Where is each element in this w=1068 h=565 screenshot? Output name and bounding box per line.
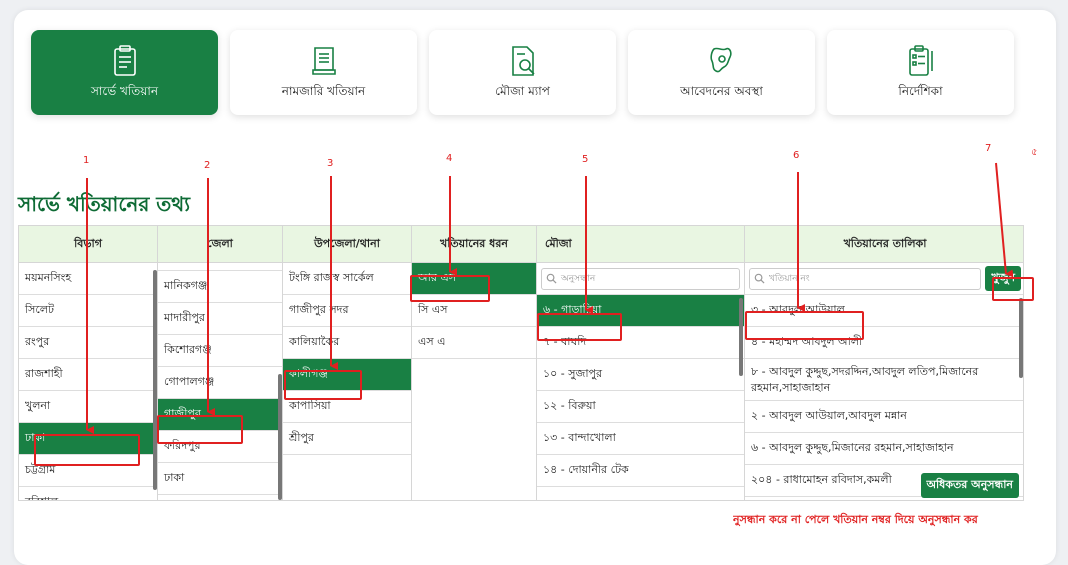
survey-clipboard-icon (113, 44, 136, 76)
tab-mouza-map[interactable]: মৌজা ম্যাপ (429, 30, 616, 115)
mouza-search: অনুসন্ধান (537, 263, 744, 295)
division-scrollbar[interactable] (153, 270, 157, 490)
khatian-search-placeholder: খতিয়ান নং (769, 274, 810, 284)
mouza-scrollbar[interactable] (739, 298, 743, 376)
division-item[interactable]: রংপুর (19, 327, 157, 359)
service-tabs: সার্ভে খতিয়ান নামজারি খতিয়ান মৌজা ম্যা… (31, 30, 1014, 115)
district-item[interactable]: মাদারীপুর (158, 303, 282, 335)
mouza-search-input[interactable]: অনুসন্ধান (541, 267, 740, 290)
district-item[interactable]: মানিকগঞ্জ (158, 271, 282, 303)
mouza-item[interactable]: ১২ - বিরুয়া (537, 391, 744, 423)
search-icon (546, 273, 557, 284)
division-item[interactable]: রাজশাহী (19, 359, 157, 391)
division-item[interactable]: বরিশাল (19, 487, 157, 500)
khatian-scrollbar[interactable] (1019, 298, 1023, 378)
tab-namjari-khatian[interactable]: নামজারি খতিয়ান (230, 30, 417, 115)
tab-label: মৌজা ম্যাপ (495, 83, 550, 98)
district-item[interactable]: গোপালগঞ্জ (158, 367, 282, 399)
upazila-header: উপজেলা/থানা (283, 226, 411, 263)
search-icon (754, 273, 765, 284)
guide-checklist-icon (908, 44, 933, 76)
scroll-document-icon (311, 46, 336, 75)
map-search-icon (511, 45, 535, 76)
mouza-header: মৌজা (537, 226, 744, 263)
khatian-item[interactable]: ৮ - আবদুল কুদ্দুছ,সদরদ্দিন,আবদুল লতিপ,মি… (745, 359, 1023, 401)
selection-grid: বিভাগ ময়মনসিংহ সিলেট রংপুর রাজশাহী খুলন… (18, 225, 1024, 501)
district-column: জেলা মানিকগঞ্জ মাদারীপুর কিশোরগঞ্জ গোপাল… (158, 226, 283, 500)
khatian-type-item[interactable]: এস এ (412, 327, 536, 359)
highlight-district (157, 415, 243, 444)
division-header: বিভাগ (19, 226, 157, 263)
khatian-item[interactable]: ২ - আবদুল আউয়াল,আবদুল মন্নান (745, 401, 1023, 433)
tab-label: নির্দেশিকা (898, 83, 943, 98)
district-header: জেলা (158, 226, 282, 263)
division-item[interactable]: ময়মনসিংহ (19, 263, 157, 295)
highlight-mouza (537, 313, 622, 341)
highlight-search-button (992, 277, 1034, 301)
highlight-khatian-type (410, 275, 490, 302)
mouza-column: মৌজা অনুসন্ধান ৬ - গাড়ারিয়া ৭ - বাঘদি … (537, 226, 745, 500)
advanced-search-button[interactable]: অধিকতর অনুসন্ধান (920, 473, 1019, 498)
khatian-type-column: খতিয়ানের ধরন আর এস সি এস এস এ (412, 226, 537, 500)
upazila-column: উপজেলা/থানা টংঙ্গি রাজস্ব সার্কেল গাজীপু… (283, 226, 412, 500)
mouza-item[interactable]: ১৪ - দোয়ানীর টেক (537, 455, 744, 487)
mouza-search-placeholder: অনুসন্ধান (561, 274, 596, 284)
upazila-item[interactable]: কালিয়াকৈর (283, 327, 411, 359)
tab-label: নামজারি খতিয়ান (281, 83, 366, 98)
tab-survey-khatian[interactable]: সার্ভে খতিয়ান (31, 30, 218, 115)
page-title: সার্ভে খতিয়ানের তথ্য (18, 192, 191, 216)
map-location-icon (709, 47, 732, 72)
highlight-upazila (284, 370, 362, 400)
highlight-division (34, 434, 140, 466)
khatian-list-header: খতিয়ানের তালিকা (745, 226, 1023, 263)
district-list-gap (158, 263, 282, 271)
division-item[interactable]: খুলনা (19, 391, 157, 423)
district-item[interactable]: কিশোরগঞ্জ (158, 335, 282, 367)
tab-guide[interactable]: নির্দেশিকা (827, 30, 1014, 115)
district-scrollbar[interactable] (278, 374, 282, 500)
district-item[interactable]: ঢাকা (158, 463, 282, 495)
mouza-item[interactable]: ১০ - সুজাপুর (537, 359, 744, 391)
khatian-item[interactable]: ৬ - আবদুল কুদ্দুছ,মিজানের রহমান,সাহাজাহা… (745, 433, 1023, 465)
khatian-search: খতিয়ান নং খুজুন (745, 263, 1023, 295)
upazila-item[interactable]: টংঙ্গি রাজস্ব সার্কেল (283, 263, 411, 295)
highlight-khatian (745, 311, 864, 340)
khatian-number-input[interactable]: খতিয়ান নং (749, 267, 982, 290)
upazila-item[interactable]: শ্রীপুর (283, 423, 411, 455)
footer-note: নুসন্ধান করে না পেলে খতিয়ান নম্বর দিয়ে… (733, 513, 978, 526)
upazila-item[interactable]: গাজীপুর সদর (283, 295, 411, 327)
tab-label: সার্ভে খতিয়ান (90, 83, 158, 98)
division-item[interactable]: সিলেট (19, 295, 157, 327)
khatian-type-header: খতিয়ানের ধরন (412, 226, 536, 263)
khatian-list-column: খতিয়ানের তালিকা খতিয়ান নং খুজুন ৩ - আব… (745, 226, 1023, 500)
mouza-item[interactable]: ১৩ - বান্দাখোলা (537, 423, 744, 455)
tab-label: আবেদনের অবস্থা (680, 83, 763, 98)
tab-application-status[interactable]: আবেদনের অবস্থা (628, 30, 815, 115)
